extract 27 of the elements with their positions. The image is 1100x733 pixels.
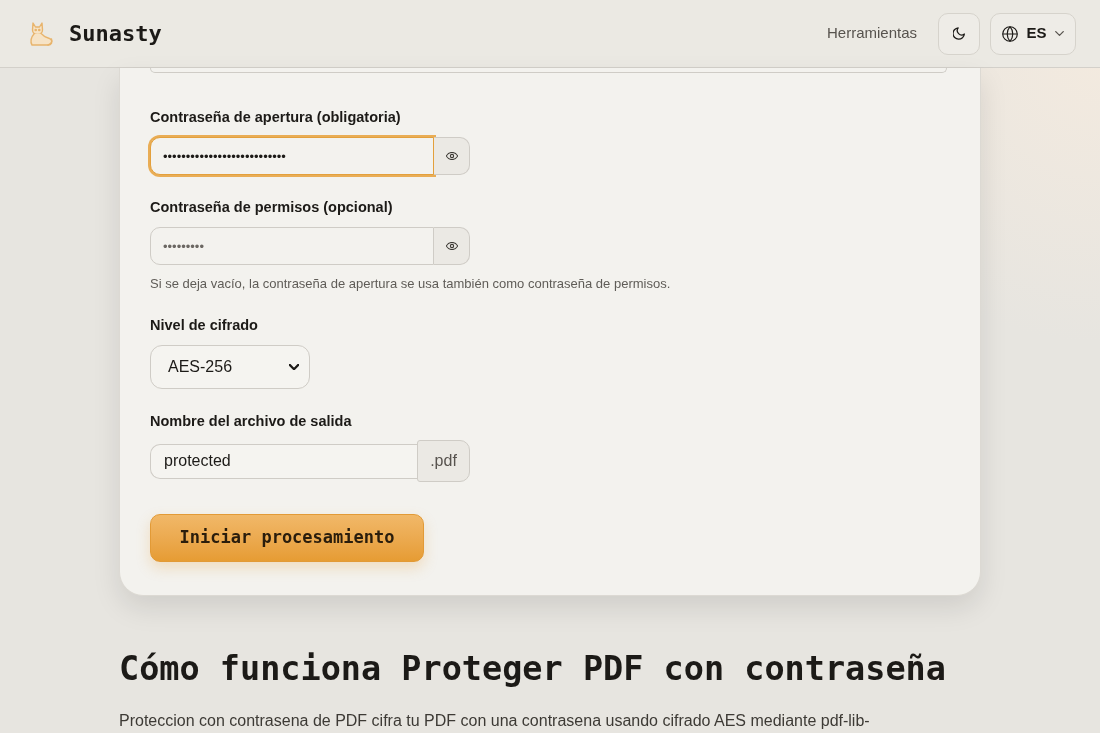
moon-icon xyxy=(953,27,965,40)
language-button[interactable]: ES xyxy=(990,12,1076,55)
field-label: Nombre del archivo de salida xyxy=(150,412,353,431)
section-heading: Cómo funciona Proteger PDF con contraseña xyxy=(119,649,947,689)
show-password-button[interactable] xyxy=(434,137,470,175)
cat-logo-icon xyxy=(27,19,55,48)
caret-icon xyxy=(1054,31,1064,36)
file-extension-addon: .pdf xyxy=(417,440,470,482)
tools-link[interactable]: Herramientas xyxy=(826,22,917,45)
start-processing-button[interactable]: Iniciar procesamiento xyxy=(150,514,424,562)
globe-icon xyxy=(1002,25,1019,42)
field-hint: Si se deja vacío, la contraseña de apertura se usa también como contraseña de permisos. xyxy=(150,275,672,293)
filename-field[interactable]: protected xyxy=(150,443,417,479)
field-label: Nivel de cifrado xyxy=(150,316,259,335)
password-field[interactable]: ••••••••• xyxy=(150,227,434,265)
encryption-select[interactable]: AES-256 xyxy=(150,345,310,389)
eye-icon xyxy=(445,152,458,160)
show-password-button[interactable] xyxy=(434,227,470,265)
input-field[interactable] xyxy=(150,68,947,73)
section-paragraph: Proteccion con contrasena de PDF cifra tu PDF con una contrasena usando cifrado AES mediante pdf-lib- xyxy=(119,711,871,730)
caret-icon xyxy=(289,364,299,370)
brand-name: Sunasty xyxy=(69,20,162,48)
password-field[interactable]: ••••••••••••••••••••••••••• xyxy=(150,137,434,175)
eye-icon xyxy=(445,242,458,250)
field-label: Contraseña de permisos (opcional) xyxy=(150,198,394,217)
theme-toggle-button[interactable] xyxy=(938,12,980,55)
field-label: Contraseña de apertura (obligatoria) xyxy=(150,108,402,127)
